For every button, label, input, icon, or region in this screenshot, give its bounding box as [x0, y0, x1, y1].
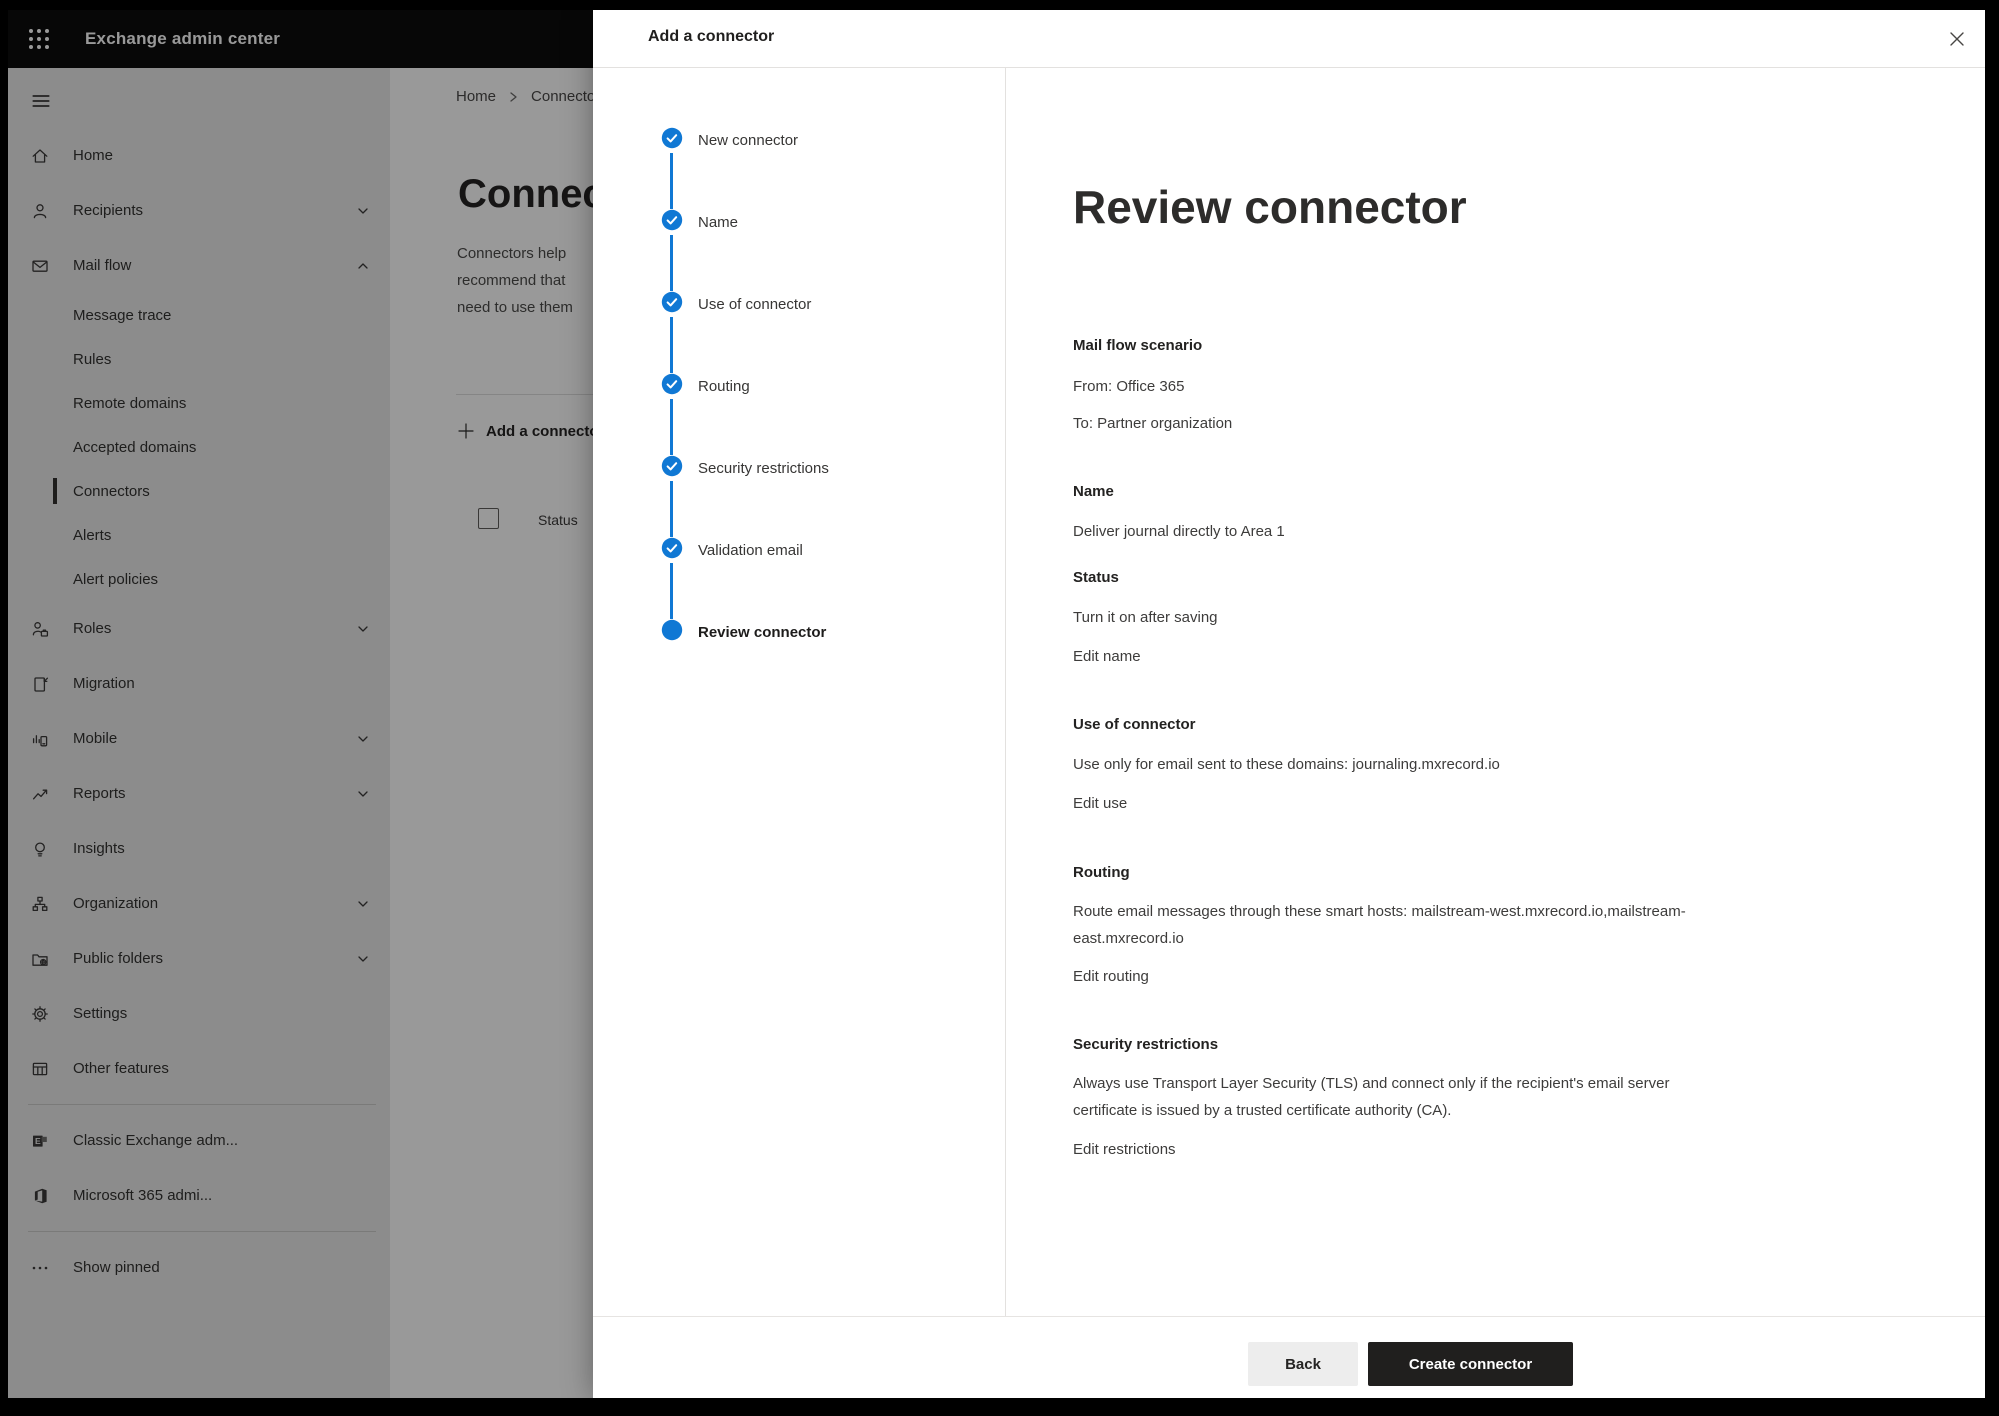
mail-flow-to: To: Partner organization [1073, 410, 1713, 437]
status-value: Turn it on after saving [1073, 604, 1713, 631]
step-connector-line [670, 317, 673, 373]
mail-flow-scenario-heading: Mail flow scenario [1073, 335, 1202, 356]
edit-name-link[interactable]: Edit name [1073, 646, 1141, 667]
security-restrictions-value: Always use Transport Layer Security (TLS… [1073, 1070, 1713, 1124]
review-connector-panel: Review connector Mail flow scenario From… [1006, 68, 1985, 1316]
dialog-footer: Back Create connector [593, 1316, 1985, 1398]
step-current-dot-icon [661, 619, 683, 646]
wizard-step-new-connector[interactable]: New connector [661, 129, 798, 151]
step-connector-line [670, 563, 673, 619]
app-window: Exchange admin center Home Recipients Ma… [8, 10, 1985, 1398]
name-value: Deliver journal directly to Area 1 [1073, 518, 1713, 545]
security-restrictions-heading: Security restrictions [1073, 1034, 1218, 1055]
step-connector-line [670, 481, 673, 537]
back-button[interactable]: Back [1248, 1342, 1358, 1386]
wizard-step-routing[interactable]: Routing [661, 375, 750, 397]
wizard-step-security-restrictions[interactable]: Security restrictions [661, 457, 829, 479]
step-check-icon [661, 127, 683, 154]
wizard-step-use-of-connector[interactable]: Use of connector [661, 293, 811, 315]
use-of-connector-heading: Use of connector [1073, 714, 1196, 735]
wizard-steps-nav: New connector Name Use of connector Rout… [593, 68, 1006, 1316]
step-check-icon [661, 455, 683, 482]
dialog-title: Add a connector [648, 28, 774, 46]
create-connector-button[interactable]: Create connector [1368, 1342, 1573, 1386]
edit-use-link[interactable]: Edit use [1073, 793, 1127, 814]
routing-heading: Routing [1073, 862, 1130, 883]
mail-flow-from: From: Office 365 [1073, 373, 1713, 400]
step-connector-line [670, 399, 673, 455]
wizard-step-review-connector[interactable]: Review connector [661, 621, 826, 643]
step-connector-line [670, 153, 673, 209]
edit-restrictions-link[interactable]: Edit restrictions [1073, 1139, 1176, 1160]
close-icon[interactable] [1941, 23, 1973, 55]
status-heading: Status [1073, 567, 1119, 588]
name-heading: Name [1073, 481, 1114, 502]
dialog-header: Add a connector [593, 10, 1985, 68]
step-check-icon [661, 291, 683, 318]
step-connector-line [670, 235, 673, 291]
edit-routing-link[interactable]: Edit routing [1073, 966, 1149, 987]
step-check-icon [661, 537, 683, 564]
wizard-step-name[interactable]: Name [661, 211, 738, 233]
wizard-step-validation-email[interactable]: Validation email [661, 539, 803, 561]
routing-value: Route email messages through these smart… [1073, 898, 1713, 952]
add-connector-dialog: Add a connector New connector Name Us [593, 10, 1985, 1398]
step-check-icon [661, 373, 683, 400]
review-title: Review connector [1073, 180, 1467, 234]
use-of-connector-value: Use only for email sent to these domains… [1073, 751, 1713, 778]
step-check-icon [661, 209, 683, 236]
